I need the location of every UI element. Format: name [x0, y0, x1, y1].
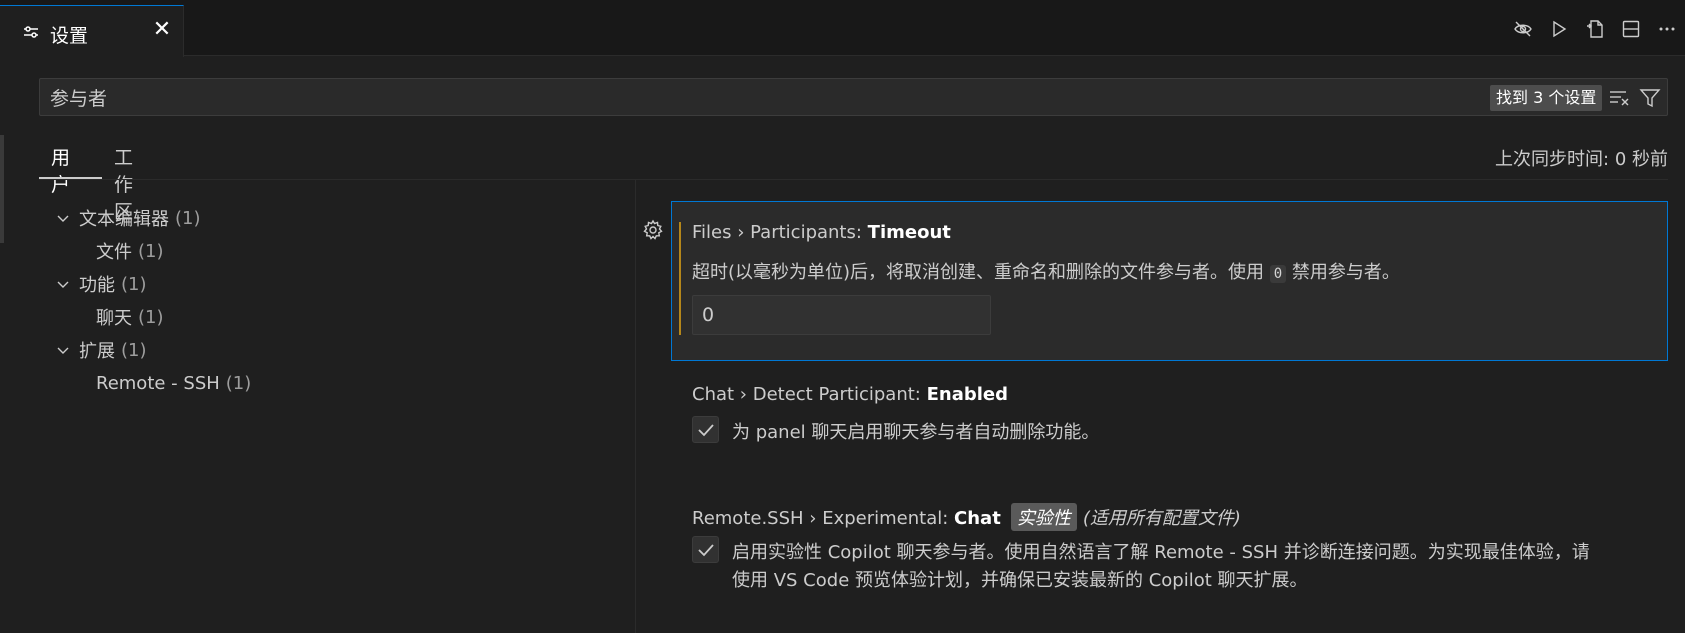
- editor-tab-bar: 设置 ✕: [0, 0, 1685, 57]
- search-input[interactable]: [50, 85, 1350, 109]
- clear-filter-icon[interactable]: [1608, 87, 1630, 109]
- chevron-down-icon: [57, 215, 69, 222]
- toc-item-chat[interactable]: 聊天 (1): [96, 303, 164, 331]
- experimental-badge: 实验性: [1010, 503, 1077, 531]
- check-icon: [698, 424, 714, 437]
- header-divider: [39, 179, 1668, 180]
- check-icon: [698, 544, 714, 557]
- toc-item-text-editor[interactable]: 文本编辑器 (1): [55, 204, 201, 232]
- toc-count: (1): [121, 339, 147, 361]
- open-json-icon: [1587, 20, 1603, 38]
- modified-indicator: [679, 222, 681, 335]
- editor-actions: [1505, 16, 1685, 42]
- setting-title: Remote.SSH › Experimental: Chat 实验性 (适用所有配…: [692, 503, 1241, 531]
- setting-description: 超时(以毫秒为单位)后，将取消创建、重命名和删除的文件参与者。使用 0 禁用参与…: [692, 258, 1400, 284]
- toc-count: (1): [225, 372, 252, 394]
- toc-count: (1): [121, 273, 147, 295]
- setting-description: 为 panel 聊天启用聊天参与者自动删除功能。: [732, 422, 1100, 443]
- chevron-down-icon: [57, 347, 69, 354]
- more-actions-button[interactable]: [1649, 16, 1685, 42]
- setting-category: Files › Participants:: [692, 222, 868, 243]
- setting-category: Remote.SSH › Experimental:: [692, 508, 955, 529]
- tab-user[interactable]: 用户: [51, 143, 70, 197]
- split-editor-button[interactable]: [1613, 16, 1649, 42]
- toc-item-remote-ssh[interactable]: Remote - SSH (1): [96, 369, 251, 397]
- gear-icon[interactable]: [642, 219, 664, 241]
- setting-key: Enabled: [926, 384, 1008, 405]
- open-settings-json-button[interactable]: [1577, 16, 1613, 42]
- toc-label: 扩展: [79, 341, 115, 362]
- desc-text: 超时(以毫秒为单位)后，将取消创建、重命名和删除的文件参与者。使用: [692, 262, 1270, 283]
- sash-divider[interactable]: [635, 180, 636, 633]
- tab-title: 设置: [50, 25, 89, 47]
- setting-key: Chat: [954, 508, 1001, 529]
- toc-label: 聊天: [96, 308, 132, 329]
- desc-text: 禁用参与者。: [1286, 262, 1400, 283]
- more-icon: [1659, 27, 1675, 31]
- toc-label: Remote - SSH: [96, 372, 220, 394]
- run-button[interactable]: [1541, 16, 1577, 42]
- inline-code: 0: [1269, 265, 1287, 283]
- chevron-down-icon: [57, 281, 69, 288]
- toc-label: 功能: [79, 275, 115, 296]
- setting-title: Files › Participants: Timeout: [692, 222, 951, 243]
- toc-label: 文本编辑器: [79, 209, 169, 230]
- settings-tab[interactable]: 设置 ✕: [0, 5, 184, 57]
- sync-status: 上次同步时间: 0 秒前: [1495, 149, 1668, 170]
- settings-search-box: 找到 3 个设置: [39, 78, 1668, 116]
- remote-ssh-chat-checkbox[interactable]: [692, 536, 719, 563]
- toc-count: (1): [138, 240, 164, 262]
- settings-icon: [24, 26, 38, 38]
- run-icon: [1553, 20, 1567, 38]
- close-icon[interactable]: ✕: [151, 19, 173, 41]
- split-editor-icon: [1622, 20, 1640, 38]
- scrollbar-indicator: [0, 135, 4, 243]
- setting-description-line-1: 启用实验性 Copilot 聊天参与者。使用自然语言了解 Remote - SS…: [732, 542, 1590, 563]
- setting-category: Chat › Detect Participant:: [692, 384, 927, 405]
- toc-count: (1): [175, 207, 201, 229]
- toggle-hidden-button[interactable]: [1505, 16, 1541, 42]
- toc-label: 文件: [96, 242, 132, 263]
- toc-item-extensions[interactable]: 扩展 (1): [55, 336, 147, 364]
- detect-participant-checkbox[interactable]: [692, 416, 719, 443]
- toc-count: (1): [138, 306, 164, 328]
- eye-closed-icon: [1514, 21, 1532, 37]
- scope-note: (适用所有配置文件): [1082, 508, 1241, 529]
- setting-key: Timeout: [867, 222, 951, 243]
- toc-item-files[interactable]: 文件 (1): [96, 237, 164, 265]
- search-result-count: 找到 3 个设置: [1490, 85, 1603, 111]
- toc-item-features[interactable]: 功能 (1): [55, 270, 147, 298]
- setting-title: Chat › Detect Participant: Enabled: [692, 384, 1008, 405]
- timeout-input[interactable]: [692, 295, 991, 335]
- filter-icon[interactable]: [1639, 87, 1661, 109]
- setting-description-line-2: 使用 VS Code 预览体验计划，并确保已安装最新的 Copilot 聊天扩展…: [732, 570, 1308, 591]
